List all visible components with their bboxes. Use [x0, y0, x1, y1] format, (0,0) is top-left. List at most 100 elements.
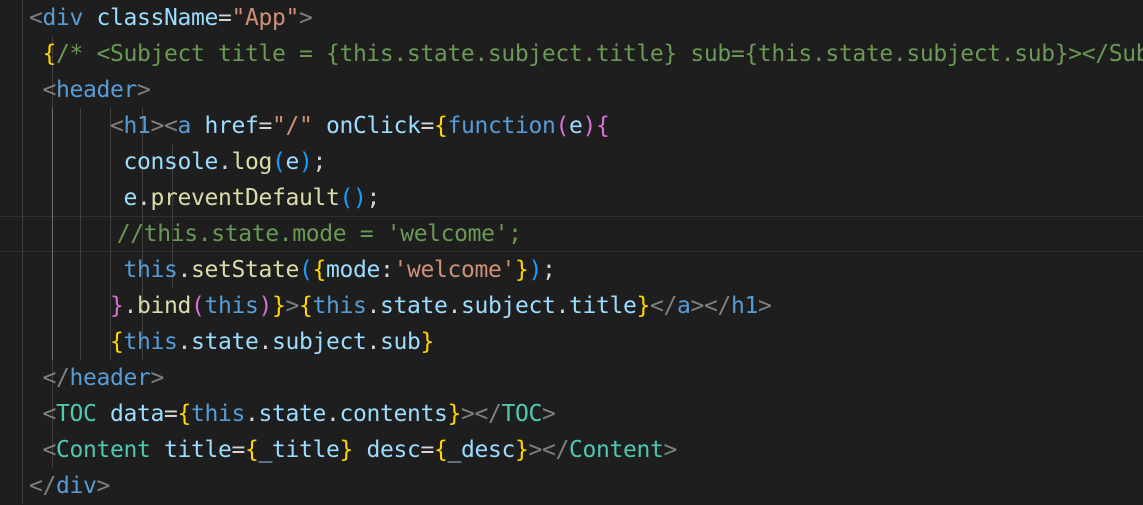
code-token-b1: } — [447, 401, 461, 427]
indent-guide — [52, 252, 53, 288]
code-token-attr: state — [258, 401, 327, 427]
code-line[interactable]: this.setState({mode:'welcome'}); — [0, 252, 1143, 288]
code-token-str: "App" — [231, 5, 299, 31]
code-line[interactable]: e.preventDefault(); — [0, 180, 1143, 216]
code-token-b1: { — [433, 437, 448, 463]
code-token-op: ; — [312, 149, 326, 175]
code-token-b1: } — [272, 293, 286, 319]
code-token-punct: ></ — [460, 401, 502, 427]
code-token-tag: h1 — [730, 293, 758, 319]
code-token-b1: { — [110, 329, 124, 355]
code-token-kw: this — [204, 293, 259, 319]
code-line[interactable]: <TOC data={this.state.contents}></TOC> — [0, 396, 1143, 432]
code-token-comp: TOC — [56, 401, 97, 427]
code-token-tag: div — [56, 473, 97, 499]
code-token-op — [97, 401, 111, 427]
indent-guide — [22, 288, 23, 324]
code-token-kw: this — [312, 293, 367, 319]
indent-guide — [52, 180, 53, 216]
code-token-op — [83, 5, 97, 31]
code-text: <Content title={_title} desc={_desc}></C… — [43, 432, 678, 468]
code-token-b1: } — [636, 293, 650, 319]
code-token-attr: href — [204, 113, 259, 139]
code-line[interactable]: <div className="App"> — [0, 0, 1143, 36]
code-token-punct: > — [541, 401, 556, 427]
indent-guide — [22, 396, 23, 432]
indent-guide — [52, 288, 53, 324]
code-token-op — [353, 437, 367, 463]
code-token-attr: subject — [461, 293, 556, 319]
code-token-str: 'welcome' — [393, 257, 515, 283]
code-token-tag: a — [676, 293, 691, 319]
code-line[interactable]: </div> — [0, 468, 1143, 504]
code-token-op: = — [164, 401, 178, 427]
code-line[interactable]: <header> — [0, 72, 1143, 108]
code-token-b2: ( — [191, 293, 205, 319]
code-token-b1: } — [420, 329, 434, 355]
code-token-attr: title — [163, 437, 232, 463]
code-token-attr: title — [568, 293, 637, 319]
code-token-b3: ) — [528, 257, 542, 283]
code-text: {/* <Subject title = {this.state.subject… — [43, 36, 1143, 72]
code-line[interactable]: <Content title={_title} desc={_desc}></C… — [0, 432, 1143, 468]
code-token-tag: div — [42, 5, 84, 31]
indent-guide — [22, 36, 23, 72]
indent-guide — [80, 252, 81, 288]
code-line[interactable]: {this.state.subject.sub} — [0, 324, 1143, 360]
code-token-b1: } — [514, 257, 529, 283]
code-token-b3: ) — [298, 149, 313, 175]
code-token-attr: state — [380, 293, 448, 319]
code-line[interactable]: </header> — [0, 360, 1143, 396]
code-token-b2: } — [110, 293, 124, 319]
code-token-b2: ( — [555, 113, 569, 139]
code-token-op: . — [177, 329, 192, 355]
code-token-punct: ></ — [528, 437, 569, 463]
code-text: </div> — [29, 468, 110, 504]
code-text: <div className="App"> — [29, 0, 313, 36]
indent-guide — [110, 216, 111, 252]
code-text: </header> — [43, 360, 165, 396]
code-text: console.log(e); — [124, 144, 327, 180]
code-token-tag: header — [69, 365, 151, 391]
code-text: this.setState({mode:'welcome'}); — [124, 252, 556, 288]
code-token-punct: < — [42, 401, 57, 427]
code-editor[interactable]: <div className="App"> {/* <Subject title … — [0, 0, 1143, 505]
code-token-attr: e — [285, 149, 299, 175]
indent-guide — [22, 360, 23, 396]
indent-guide — [22, 468, 23, 504]
indent-guide — [80, 144, 81, 180]
code-token-punct: < — [29, 5, 43, 31]
code-token-op: = — [420, 437, 434, 463]
indent-guide — [110, 252, 111, 288]
code-text: e.preventDefault(); — [124, 180, 381, 216]
code-token-op: . — [326, 401, 340, 427]
indent-guide — [22, 216, 23, 252]
code-token-op: = — [258, 113, 273, 139]
code-token-op: . — [447, 293, 462, 319]
code-token-b1: { — [244, 437, 259, 463]
code-token-kw: this — [123, 257, 178, 283]
indent-guide — [22, 432, 23, 468]
code-token-punct: ></ — [690, 293, 731, 319]
code-token-op: . — [123, 293, 138, 319]
indent-guide — [22, 0, 23, 36]
code-token-op: ; — [541, 257, 556, 283]
code-line[interactable]: {/* <Subject title = {this.state.subject… — [0, 36, 1143, 72]
code-line[interactable]: }.bind(this)}>{this.state.subject.title}… — [0, 288, 1143, 324]
code-token-op — [150, 437, 164, 463]
code-token-attr: _desc — [447, 437, 515, 463]
code-line[interactable]: //this.state.mode = 'welcome'; — [0, 216, 1143, 252]
code-token-attr: _title — [258, 437, 340, 463]
code-text: }.bind(this)}>{this.state.subject.title}… — [110, 288, 772, 324]
code-line[interactable]: <h1><a href="/" onClick={function(e){ — [0, 108, 1143, 144]
code-line[interactable]: console.log(e); — [0, 144, 1143, 180]
code-token-comment: //this.state.mode = 'welcome'; — [116, 221, 522, 247]
code-token-op: . — [258, 329, 273, 355]
code-token-tag: a — [177, 113, 192, 139]
code-token-fn: preventDefault — [150, 185, 340, 211]
code-token-op: : — [379, 257, 394, 283]
code-token-attr: subject — [272, 329, 367, 355]
code-token-op: = — [217, 5, 232, 31]
code-text: <h1><a href="/" onClick={function(e){ — [110, 108, 610, 144]
code-token-attr: state — [191, 329, 259, 355]
